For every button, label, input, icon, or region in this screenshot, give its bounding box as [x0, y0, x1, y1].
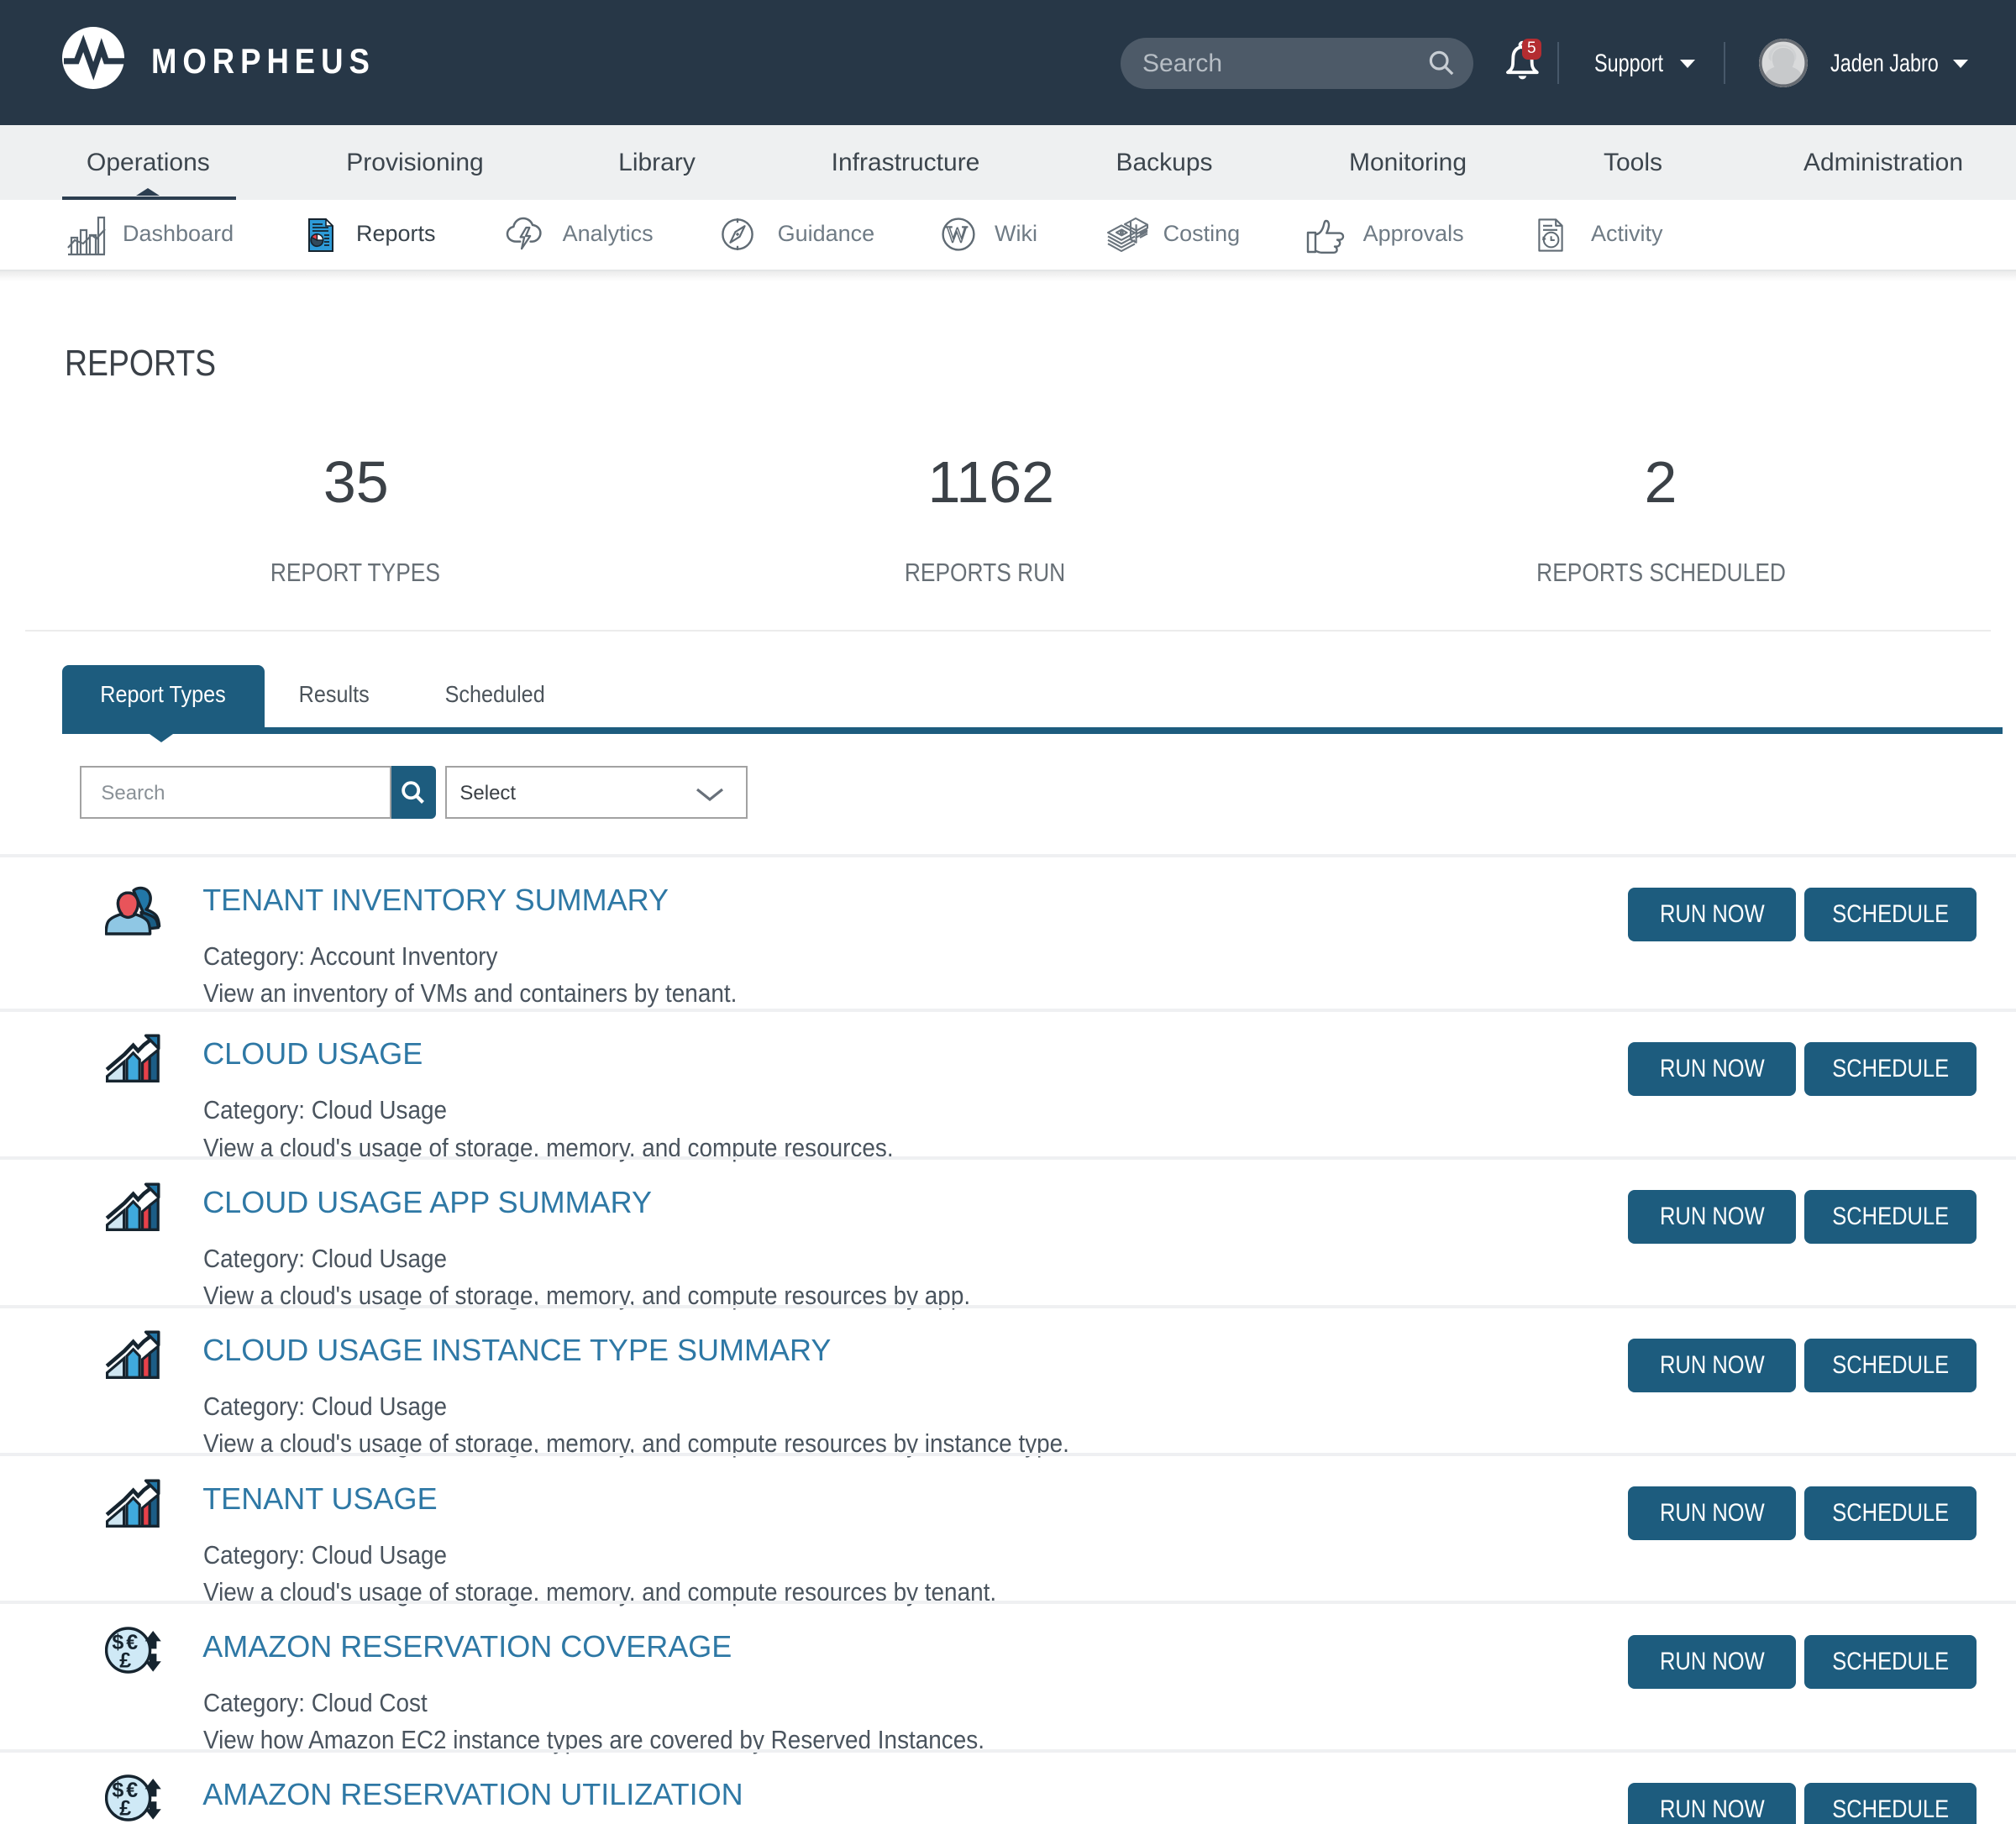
svg-text:£: £	[119, 1648, 131, 1672]
svg-text:W: W	[946, 222, 968, 247]
svg-text:£: £	[119, 1797, 131, 1821]
